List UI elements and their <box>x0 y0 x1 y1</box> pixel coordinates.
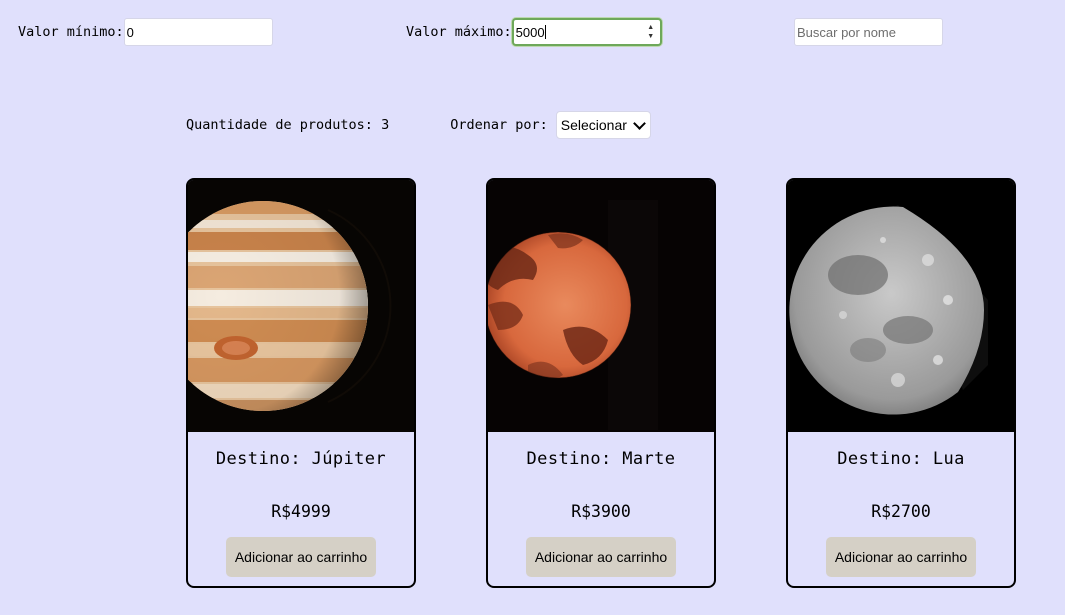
add-to-cart-button[interactable]: Adicionar ao carrinho <box>526 537 676 577</box>
product-card-jupiter: Destino: Júpiter R$4999 Adicionar ao car… <box>186 178 416 588</box>
min-value-text: 0 <box>126 24 134 40</box>
stepper-down-icon[interactable]: ▼ <box>647 33 654 40</box>
moon-photo <box>788 180 1014 432</box>
number-stepper[interactable]: ▲ ▼ <box>646 24 656 40</box>
min-value-label: Valor mínimo: <box>18 24 124 40</box>
sort-label: Ordenar por: <box>450 117 548 133</box>
product-count: Quantidade de produtos: 3 <box>186 117 390 133</box>
text-caret <box>544 25 546 39</box>
search-input[interactable]: Buscar por nome <box>794 18 943 46</box>
search-filter: Buscar por nome <box>794 18 943 46</box>
products-toolbar: Quantidade de produtos: 3 Ordenar por: S… <box>186 111 651 139</box>
sort-select[interactable]: Selecionar <box>555 111 651 139</box>
filter-bar: Valor mínimo: 0 Valor máximo: 5000 ▲ ▼ B… <box>0 18 1065 46</box>
add-to-cart-button[interactable]: Adicionar ao carrinho <box>226 537 376 577</box>
product-card-moon: Destino: Lua R$2700 Adicionar ao carrinh… <box>786 178 1016 588</box>
product-title: Destino: Lua <box>837 449 965 469</box>
add-to-cart-button[interactable]: Adicionar ao carrinho <box>826 537 976 577</box>
chevron-down-icon <box>632 116 646 130</box>
product-title: Destino: Marte <box>526 449 676 469</box>
jupiter-photo <box>188 180 414 432</box>
mars-photo <box>488 180 714 432</box>
product-card-mars: Destino: Marte R$3900 Adicionar ao carri… <box>486 178 716 588</box>
product-title: Destino: Júpiter <box>215 449 387 469</box>
min-value-input[interactable]: 0 <box>123 18 273 46</box>
product-price: R$4999 <box>271 502 331 521</box>
search-placeholder: Buscar por nome <box>797 24 896 40</box>
max-value-text: 5000 <box>515 24 545 40</box>
stepper-up-icon[interactable]: ▲ <box>647 24 654 31</box>
min-value-filter: Valor mínimo: 0 <box>18 18 273 46</box>
max-value-input[interactable]: 5000 ▲ ▼ <box>511 18 662 46</box>
sort-selected-value: Selecionar <box>560 117 627 133</box>
product-price: R$2700 <box>871 502 931 521</box>
product-price: R$3900 <box>571 502 631 521</box>
max-value-filter: Valor máximo: 5000 ▲ ▼ <box>406 18 662 46</box>
max-value-label: Valor máximo: <box>406 24 512 40</box>
